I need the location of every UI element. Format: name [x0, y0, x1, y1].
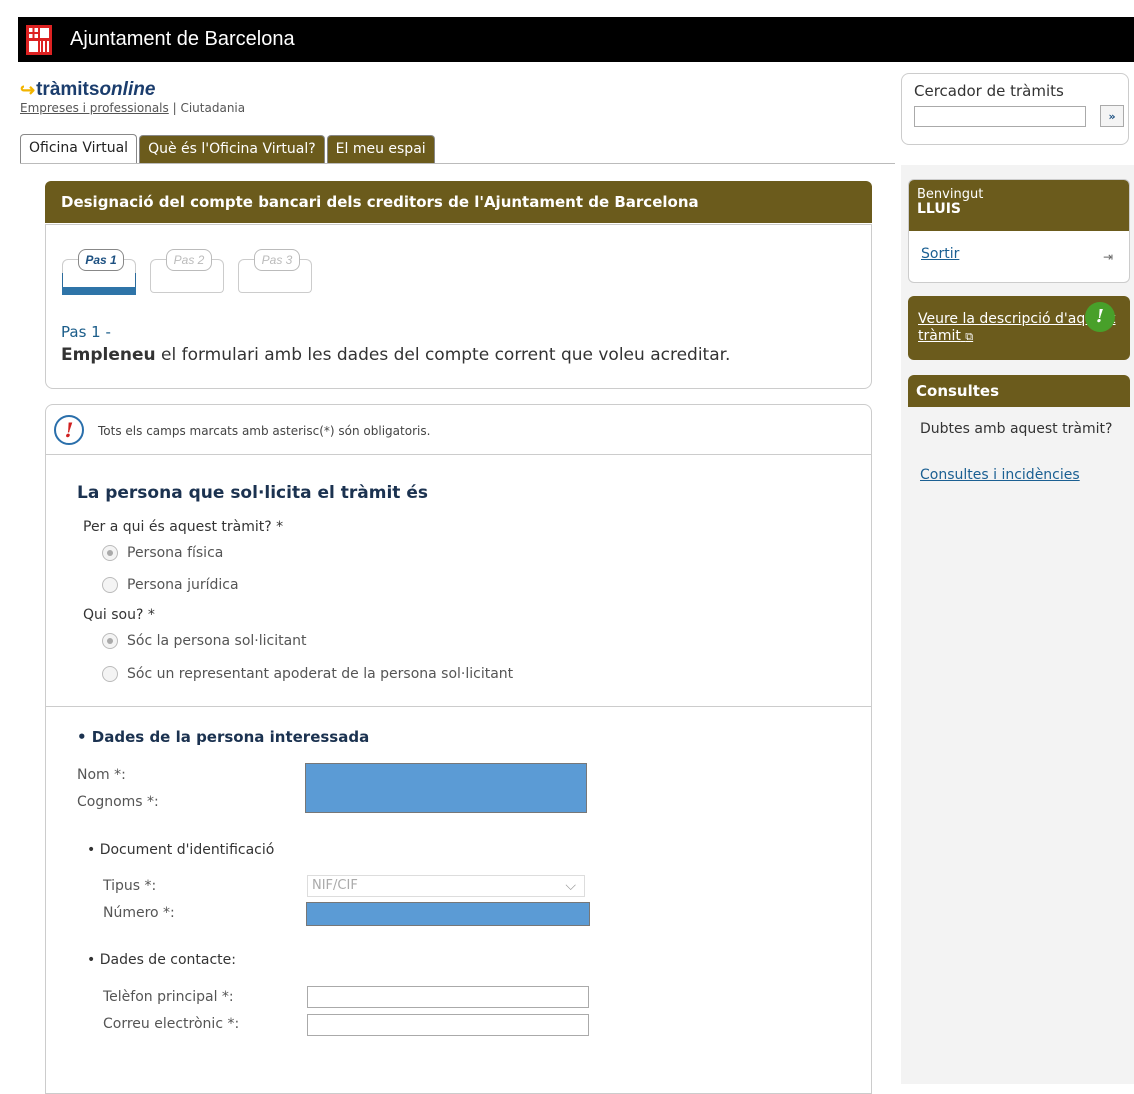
exclamation-icon: !	[54, 415, 84, 445]
step-3: Pas 3	[238, 243, 312, 303]
tab-el-meu-espai[interactable]: El meu espai	[326, 135, 435, 163]
arrow-logo-icon: ↪	[20, 80, 36, 100]
info-exclamation-icon: !	[1085, 302, 1115, 332]
radio-label: Sóc un representant apoderat de la perso…	[127, 666, 514, 682]
search-label: Cercador de tràmits	[914, 82, 1064, 100]
barcelona-shield-icon	[24, 24, 54, 55]
business-link[interactable]: Empreses i professionals	[20, 101, 169, 115]
id-document-title: • Document d'identificació	[87, 842, 275, 858]
welcome-text: Benvingut	[917, 187, 984, 202]
search-input[interactable]	[914, 106, 1086, 127]
audience-separator: |	[172, 101, 177, 115]
radio-soc-representant[interactable]: Sóc un representant apoderat de la perso…	[102, 666, 513, 682]
radio-label: Sóc la persona sol·licitant	[127, 633, 307, 649]
section-divider	[46, 706, 871, 707]
consultes-link[interactable]: Consultes i incidències	[920, 467, 1080, 483]
phone-input[interactable]	[307, 986, 589, 1008]
welcome-box: Benvingut LLUIS Sortir ⇥	[908, 179, 1130, 283]
consultes-header: Consultes	[908, 375, 1130, 407]
procedure-title: Designació del compte bancari dels credi…	[61, 193, 699, 211]
email-label: Correu electrònic *:	[103, 1016, 240, 1032]
section-title: La persona que sol·licita el tràmit és	[77, 483, 428, 503]
logo-text: tràmits	[36, 79, 100, 100]
tipus-label: Tipus *:	[103, 878, 157, 894]
procedure-description-box: Veure la descripció d'aquest tràmit ⧉ !	[908, 296, 1130, 360]
step-underline	[150, 273, 224, 293]
site-title[interactable]: Ajuntament de Barcelona	[70, 28, 295, 51]
step-progress-bar	[62, 287, 136, 295]
current-step-description: Empleneu el formulari amb les dades del …	[61, 345, 730, 365]
logo-accent-text: online	[99, 79, 156, 100]
redacted-document-number[interactable]	[306, 902, 590, 926]
logout-link[interactable]: Sortir	[921, 246, 959, 262]
contact-data-title: • Dades de contacte:	[87, 952, 236, 968]
radio-persona-fisica[interactable]: Persona física	[102, 545, 223, 561]
welcome-header: Benvingut LLUIS	[909, 180, 1129, 231]
tab-oficina-virtual[interactable]: Oficina Virtual	[20, 134, 138, 164]
radio-button-selected[interactable]	[102, 545, 118, 561]
user-name: LLUIS	[917, 201, 962, 217]
logout-icon[interactable]: ⇥	[1103, 250, 1113, 264]
step-1: Pas 1	[62, 243, 136, 303]
procedure-title-bar: Designació del compte bancari dels credi…	[45, 181, 872, 223]
radio-persona-juridica[interactable]: Persona jurídica	[102, 577, 239, 593]
citizens-link[interactable]: Ciutadania	[180, 101, 245, 115]
step-1-label: Pas 1	[78, 249, 124, 271]
step-3-label: Pas 3	[254, 249, 300, 271]
tramits-online-logo[interactable]: ↪ tràmits online	[20, 79, 245, 101]
step-desc-bold: Empleneu	[61, 345, 156, 365]
tramits-online-brand: ↪ tràmits online Empreses i professionals…	[20, 79, 245, 116]
consultes-question: Dubtes amb aquest tràmit?	[920, 421, 1113, 437]
current-step-title: Pas 1 -	[61, 323, 111, 341]
search-go-button[interactable]: »	[1100, 105, 1124, 127]
interested-person-title: • Dades de la persona interessada	[77, 728, 370, 746]
radio-label: Persona jurídica	[127, 577, 239, 593]
external-link-icon: ⧉	[965, 330, 974, 343]
document-type-value: NIF/CIF	[312, 878, 358, 893]
email-input[interactable]	[307, 1014, 589, 1036]
numero-label: Número *:	[103, 905, 175, 921]
steps-panel: Pas 1 Pas 2 Pas 3 Pas 1 - Empleneu el fo…	[45, 224, 872, 389]
step-desc-rest: el formulari amb les dades del compte co…	[155, 345, 731, 365]
chevron-down-icon: ⌵	[565, 878, 576, 894]
radio-button-selected[interactable]	[102, 633, 118, 649]
question-who-am-i: Qui sou? *	[83, 607, 155, 623]
procedure-search-box: Cercador de tràmits »	[901, 73, 1129, 145]
step-underline	[238, 273, 312, 293]
mandatory-notice: ! Tots els camps marcats amb asterisc(*)…	[46, 405, 871, 455]
radio-button[interactable]	[102, 577, 118, 593]
phone-label: Telèfon principal *:	[103, 989, 234, 1005]
document-type-select[interactable]: NIF/CIF ⌵	[307, 875, 585, 897]
redacted-name-fields[interactable]	[305, 763, 587, 813]
tab-que-es-oficina-virtual[interactable]: Què és l'Oficina Virtual?	[139, 135, 325, 163]
audience-links: Empreses i professionals | Ciutadania	[20, 101, 245, 115]
question-for-whom: Per a qui és aquest tràmit? *	[83, 519, 284, 535]
main-tabs: Oficina Virtual Què és l'Oficina Virtual…	[20, 134, 437, 164]
top-header-bar: Ajuntament de Barcelona	[18, 17, 1134, 62]
step-2: Pas 2	[150, 243, 224, 303]
cognoms-label: Cognoms *:	[77, 794, 159, 810]
tabs-divider	[20, 163, 895, 164]
radio-button[interactable]	[102, 666, 118, 682]
step-2-label: Pas 2	[166, 249, 212, 271]
nom-label: Nom *:	[77, 767, 126, 783]
notice-text: Tots els camps marcats amb asterisc(*) s…	[98, 424, 431, 438]
radio-soc-sollicitant[interactable]: Sóc la persona sol·licitant	[102, 633, 307, 649]
form-panel: ! Tots els camps marcats amb asterisc(*)…	[45, 404, 872, 1094]
radio-label: Persona física	[127, 545, 224, 561]
